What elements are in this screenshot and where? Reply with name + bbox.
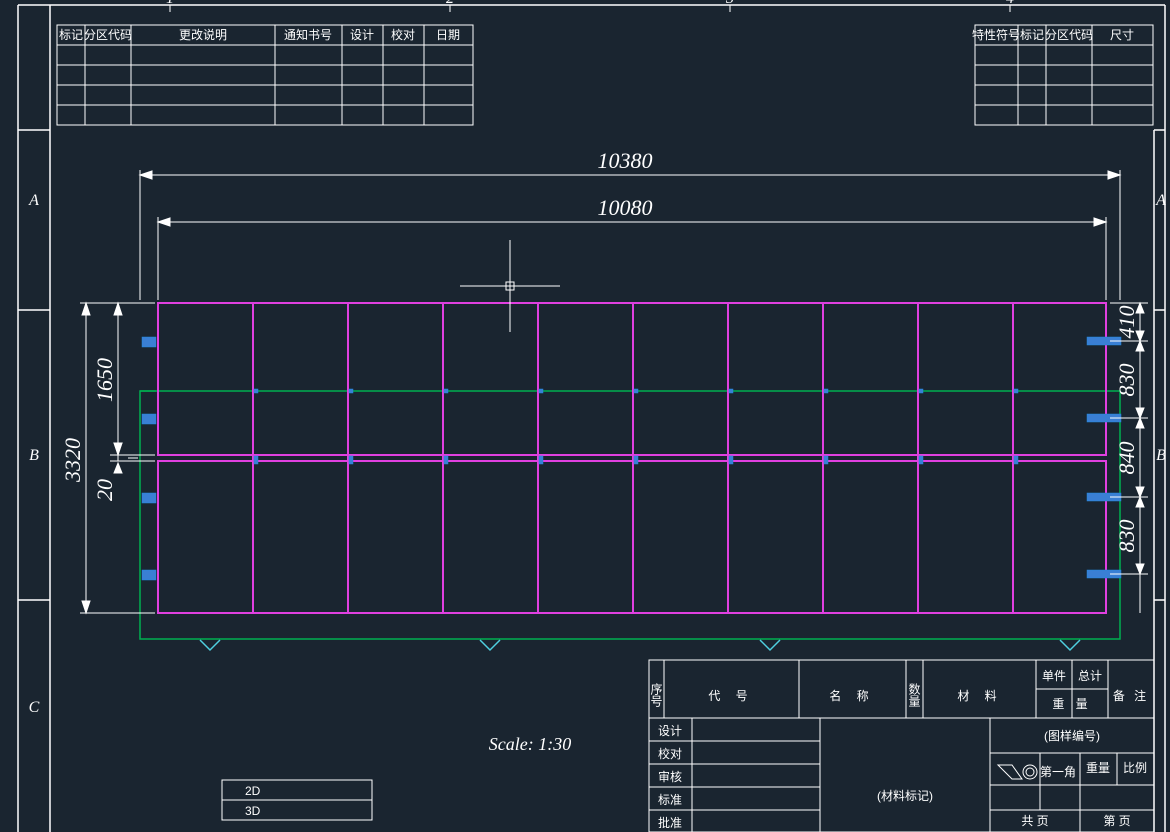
dim-830a: 830: [1114, 364, 1139, 397]
svg-text:4: 4: [1006, 0, 1014, 7]
svg-text:备 注: 备 注: [1113, 688, 1149, 703]
svg-text:第一角: 第一角: [1040, 765, 1076, 779]
svg-text:总计: 总计: [1078, 669, 1102, 683]
svg-text:A: A: [1155, 192, 1166, 209]
dim-10380: 10380: [598, 148, 653, 173]
svg-text:材 料: 材 料: [957, 689, 1002, 703]
dim-1650: 1650: [92, 358, 117, 402]
svg-text:3: 3: [725, 0, 734, 7]
dim-410: 410: [1114, 306, 1139, 339]
svg-text:特性符号: 特性符号: [972, 27, 1020, 42]
svg-text:设计: 设计: [350, 28, 374, 42]
svg-text:单件: 单件: [1042, 669, 1066, 683]
svg-text:批准: 批准: [658, 815, 682, 830]
svg-text:共 页: 共 页: [1021, 814, 1048, 828]
svg-text:校对: 校对: [658, 746, 682, 761]
svg-text:标记: 标记: [1020, 28, 1044, 42]
svg-text:比例: 比例: [1123, 761, 1147, 775]
svg-text:标准: 标准: [658, 793, 682, 807]
row-b: B: [29, 447, 39, 464]
svg-text:数量: 数量: [907, 682, 921, 707]
svg-text:序号: 序号: [649, 682, 663, 707]
svg-text:(图样编号): (图样编号): [1044, 728, 1100, 743]
svg-text:1: 1: [166, 0, 174, 7]
row-a: A: [28, 192, 39, 209]
dim-3320: 3320: [60, 438, 85, 483]
svg-text:审核: 审核: [658, 769, 682, 784]
row-c: C: [29, 699, 40, 716]
svg-text:重 量: 重 量: [1052, 697, 1091, 711]
dim-10080: 10080: [598, 195, 653, 220]
svg-text:代 号: 代 号: [708, 689, 753, 703]
svg-text:标记: 标记: [59, 28, 83, 42]
view-2d[interactable]: 2D: [245, 784, 261, 798]
svg-text:日期: 日期: [436, 28, 460, 42]
svg-text:校对: 校对: [391, 27, 415, 42]
view-3d[interactable]: 3D: [245, 804, 261, 818]
svg-text:更改说明: 更改说明: [179, 27, 227, 42]
cad-drawing-canvas[interactable]: 1 2 3 4 1 2 3 4 A B C A B 标记 分区代码 更: [0, 0, 1170, 832]
svg-text:名 称: 名 称: [829, 688, 874, 703]
svg-text:(材料标记): (材料标记): [877, 789, 933, 803]
svg-text:通知书号: 通知书号: [284, 28, 332, 42]
svg-text:B: B: [1156, 447, 1166, 464]
dim-830b: 830: [1114, 520, 1139, 553]
dim-840: 840: [1114, 442, 1139, 475]
svg-text:2: 2: [446, 0, 454, 7]
svg-text:设计: 设计: [658, 724, 682, 738]
dim-20: 20: [92, 479, 117, 501]
svg-text:重量: 重量: [1086, 761, 1110, 775]
scale-label: Scale: 1:30: [489, 734, 571, 754]
svg-text:尺寸: 尺寸: [1110, 28, 1134, 42]
svg-text:分区代码: 分区代码: [1045, 28, 1093, 42]
spec-table-headers: 特性符号 标记 分区代码 尺寸: [972, 27, 1134, 42]
svg-text:第 页: 第 页: [1103, 814, 1130, 828]
svg-text:分区代码: 分区代码: [84, 28, 132, 42]
